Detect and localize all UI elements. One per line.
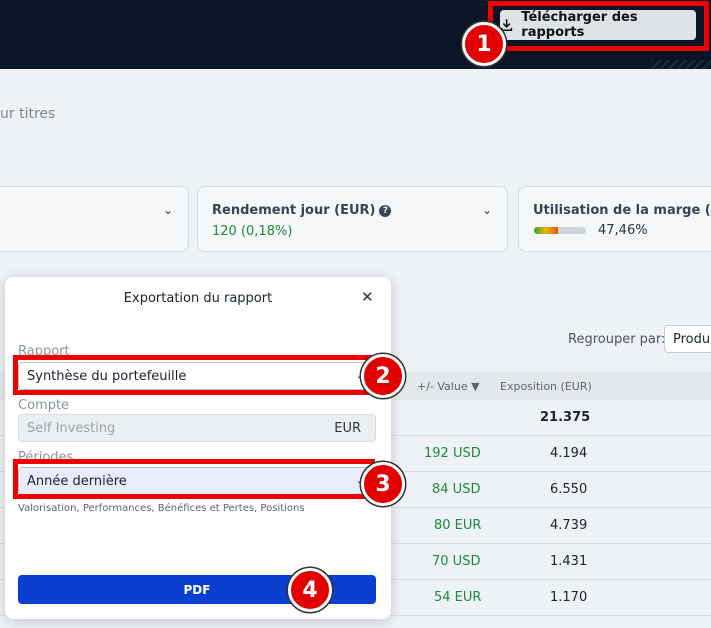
sort-down-icon: ▼: [471, 380, 480, 393]
annotation-badge-2: 2: [361, 354, 405, 398]
column-header-exposure[interactable]: Exposition (EUR): [500, 380, 592, 393]
group-by-label: Regrouper par:: [568, 332, 666, 347]
margin-usage-value: 47,46%: [598, 223, 648, 238]
help-icon[interactable]: ?: [379, 205, 392, 217]
table-row-value: 192 USD: [424, 446, 481, 461]
export-report-dialog: Exportation du rapport ✕ Rapport Synthès…: [5, 277, 391, 619]
account-value: Self Investing: [27, 421, 116, 436]
account-field: Self Investing EUR: [18, 414, 376, 442]
daily-return-card[interactable]: Rendement jour (EUR)? 120 (0,18%) ⌄: [197, 186, 508, 252]
titles-link[interactable]: ur titres: [0, 106, 55, 122]
highlight-box-1: [488, 1, 709, 51]
table-row-exposure: 1.170: [550, 590, 588, 605]
annotation-badge-1: 1: [462, 22, 506, 66]
highlight-box-2: [13, 355, 375, 395]
margin-usage-bar: [534, 227, 586, 234]
annotation-badge-3: 3: [361, 462, 405, 506]
chevron-down-icon: ⌄: [482, 203, 493, 217]
summary-card-left[interactable]: ⌄: [0, 186, 189, 252]
table-row-exposure: 6.550: [550, 482, 588, 497]
margin-usage-title: Utilisation de la marge (EUR): [533, 203, 711, 218]
group-by-select[interactable]: Produit: [664, 325, 711, 353]
table-row-value: 80 EUR: [434, 518, 482, 533]
margin-usage-card[interactable]: Utilisation de la marge (EUR): [518, 186, 711, 252]
table-row-exposure: 4.739: [550, 518, 588, 533]
annotation-badge-4: 4: [288, 568, 332, 612]
table-total: 21.375: [540, 410, 591, 425]
account-label: Compte: [18, 398, 70, 413]
chevron-down-icon: ⌄: [163, 203, 174, 217]
table-row-value: 54 EUR: [434, 590, 482, 605]
daily-return-value: 120 (0,18%): [212, 224, 293, 239]
account-currency: EUR: [334, 421, 361, 436]
dialog-title: Exportation du rapport: [123, 291, 273, 306]
table-row-value: 70 USD: [432, 554, 481, 569]
table-row-exposure: 4.194: [550, 446, 588, 461]
margin-usage-fill: [534, 227, 559, 234]
report-contents-hint: Valorisation, Performances, Bénéfices et…: [18, 503, 305, 514]
highlight-box-3: [13, 459, 375, 499]
close-icon[interactable]: ✕: [361, 288, 374, 306]
table-row-value: 84 USD: [432, 482, 481, 497]
table-row-exposure: 1.431: [550, 554, 588, 569]
daily-return-title: Rendement jour (EUR)?: [212, 203, 392, 218]
column-header-value[interactable]: +/- Value ▼: [417, 380, 480, 393]
decorative-stripes: [651, 60, 711, 69]
